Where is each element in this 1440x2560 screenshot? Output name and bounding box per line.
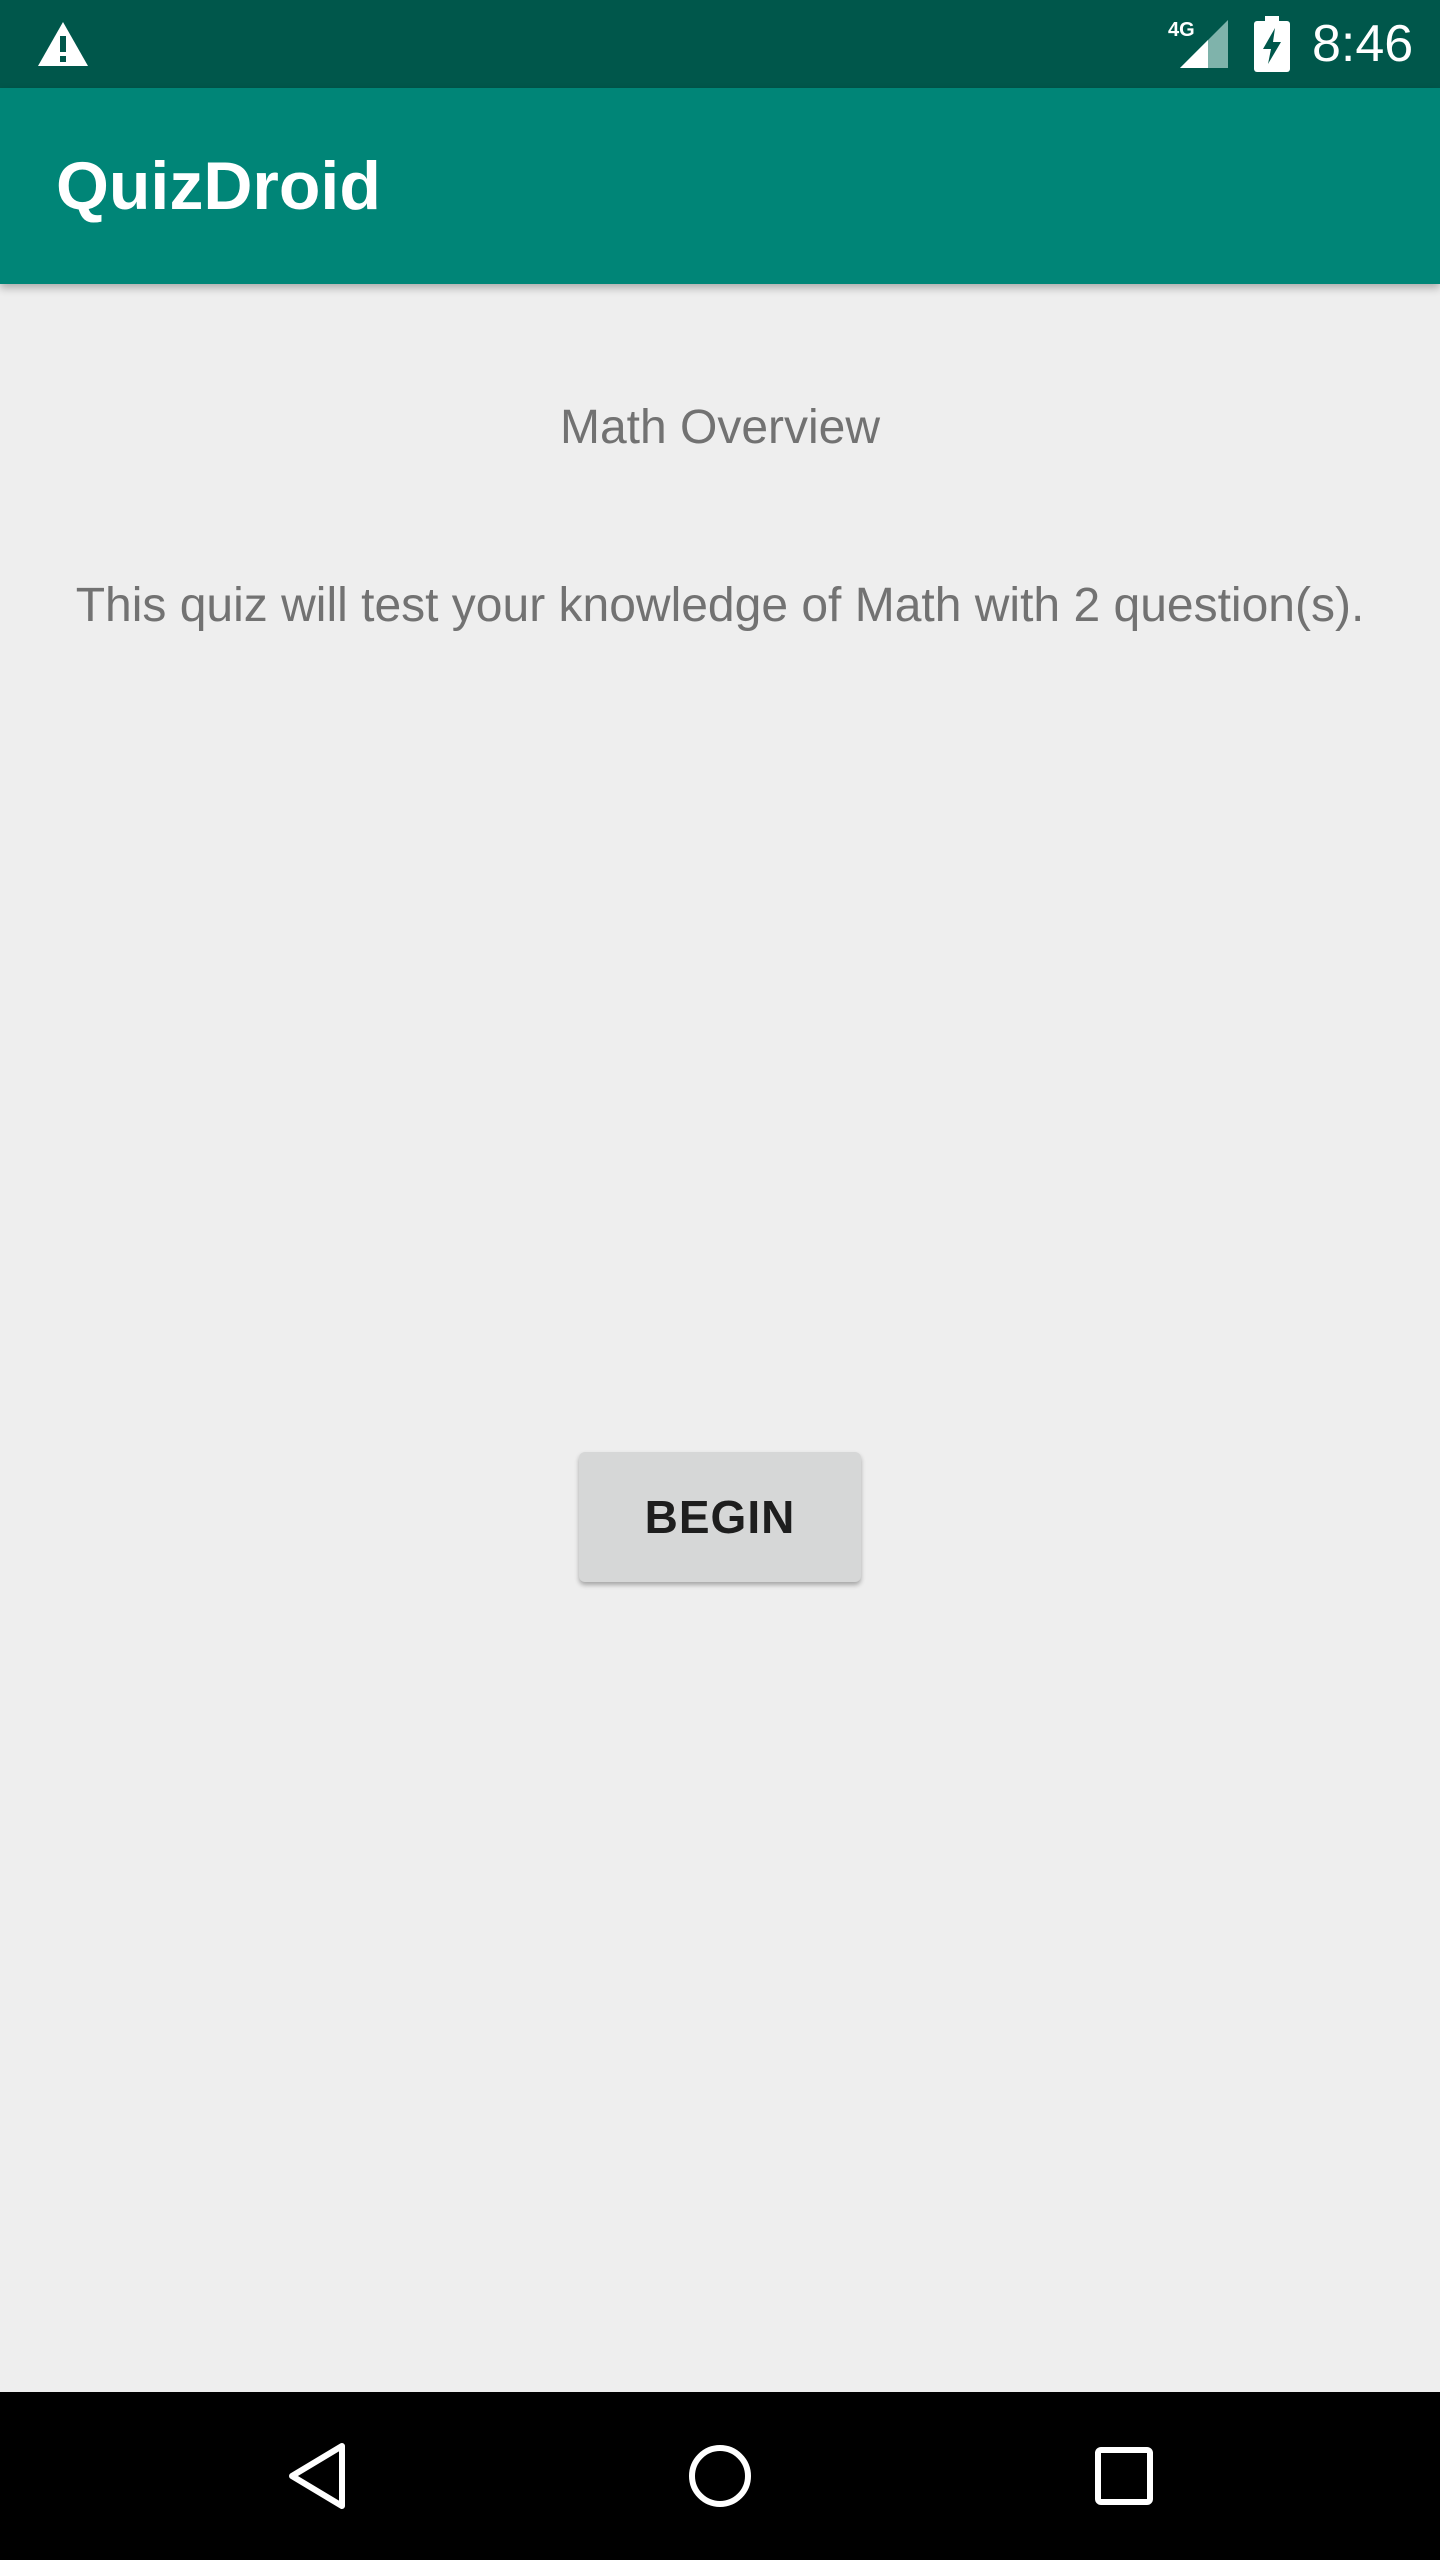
topic-overview: Math Overview This quiz will test your k…	[0, 284, 1440, 2392]
home-icon[interactable]	[680, 2436, 760, 2516]
signal-icon: 4G	[1168, 19, 1228, 68]
begin-button[interactable]: BEGIN	[579, 1452, 861, 1582]
screen: 4G 8:46 QuizDroid Math Overview This qui…	[0, 0, 1440, 2560]
status-bar: 4G 8:46	[0, 0, 1440, 88]
status-time: 8:46	[1312, 15, 1414, 73]
navigation-bar	[0, 2392, 1440, 2560]
battery-charging-icon	[1254, 16, 1290, 72]
recents-icon[interactable]	[1084, 2436, 1164, 2516]
app-title: QuizDroid	[56, 148, 381, 224]
topic-title: Math Overview	[559, 401, 881, 454]
app-bar: QuizDroid	[0, 88, 1440, 284]
back-icon[interactable]	[280, 2436, 360, 2516]
network-type-label: 4G	[1168, 19, 1195, 41]
warning-icon	[38, 22, 88, 66]
topic-description: This quiz will test your knowledge of Ma…	[75, 579, 1365, 632]
